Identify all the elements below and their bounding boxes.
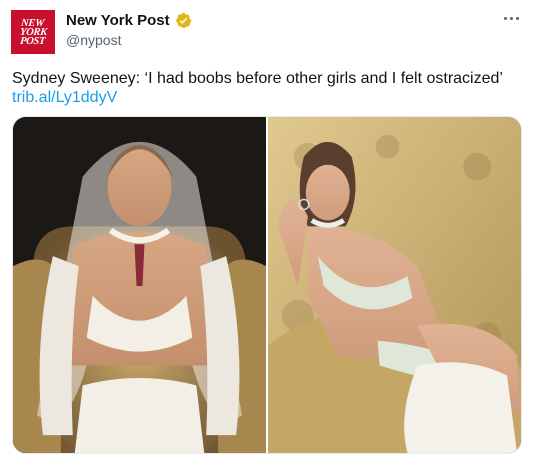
- photo-right[interactable]: [268, 117, 521, 453]
- tweet-text: Sydney Sweeney: ‘I had boobs before othe…: [12, 70, 503, 87]
- tweet-link[interactable]: trib.al/Ly1ddyV: [12, 88, 117, 107]
- more-horizontal-icon[interactable]: [501, 12, 521, 24]
- handle[interactable]: @nypost: [66, 32, 121, 48]
- display-name[interactable]: New York Post: [66, 12, 170, 29]
- tweet-card[interactable]: NEW YORK POST New York Post @nypost Sydn…: [0, 0, 535, 468]
- avatar[interactable]: NEW YORK POST: [11, 10, 55, 54]
- media-grid: [12, 116, 522, 454]
- author-name-row: New York Post: [66, 12, 192, 29]
- verified-badge-icon: [175, 12, 192, 29]
- logo-text-line-3: POST: [19, 35, 47, 47]
- photo-left[interactable]: [13, 117, 266, 453]
